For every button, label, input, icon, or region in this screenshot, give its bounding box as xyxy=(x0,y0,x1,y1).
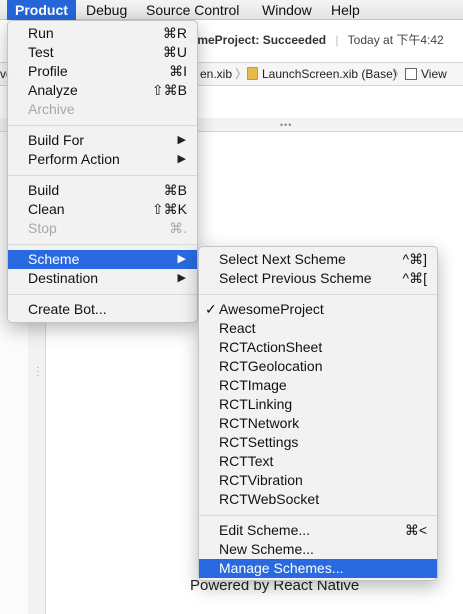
view-icon xyxy=(405,68,417,80)
scheme-item-rctnetwork[interactable]: RCTNetwork xyxy=(199,414,437,433)
scheme-item-rctimage[interactable]: RCTImage xyxy=(199,376,437,395)
menu-separator xyxy=(8,294,197,295)
scheme-item-rctgeolocation[interactable]: RCTGeolocation xyxy=(199,357,437,376)
status-result: Succeeded xyxy=(262,33,327,47)
scheme-item-rctvibration[interactable]: RCTVibration xyxy=(199,471,437,490)
jumpbar-item-4[interactable]: View xyxy=(405,63,447,85)
menu-bar: Product Debug Source Control Window Help xyxy=(0,0,463,20)
scheme-item-awesomeproject[interactable]: ✓ AwesomeProject xyxy=(199,300,437,319)
product-menu: Run ⌘R Test ⌘U Profile ⌘I Analyze ⇧⌘B Ar… xyxy=(7,20,198,323)
menu-item-profile[interactable]: Profile ⌘I xyxy=(8,62,197,81)
menu-item-select-next-scheme[interactable]: Select Next Scheme ^⌘] xyxy=(199,250,437,269)
submenu-arrow-icon: ▶ xyxy=(177,272,186,284)
menu-item-build-for[interactable]: Build For ▶ xyxy=(8,131,197,150)
submenu-arrow-icon: ▶ xyxy=(177,134,186,146)
scheme-item-rctlinking[interactable]: RCTLinking xyxy=(199,395,437,414)
build-status: omeProject: Succeeded | Today at 下午4:42 xyxy=(190,33,444,47)
menubar-window[interactable]: Window xyxy=(254,0,320,20)
menu-separator xyxy=(8,244,197,245)
menu-item-test[interactable]: Test ⌘U xyxy=(8,43,197,62)
submenu-arrow-icon: ▶ xyxy=(177,253,186,265)
menu-item-run[interactable]: Run ⌘R xyxy=(8,24,197,43)
menubar-debug[interactable]: Debug xyxy=(78,0,135,20)
jumpbar-item-3[interactable]: LaunchScreen.xib (Base) xyxy=(247,63,397,85)
scheme-item-rctactionsheet[interactable]: RCTActionSheet xyxy=(199,338,437,357)
jumpbar-item-4-label: View xyxy=(421,67,447,81)
jumpbar-item-3-label: LaunchScreen.xib (Base) xyxy=(262,67,397,81)
xib-file-icon xyxy=(247,67,258,80)
menu-separator xyxy=(8,125,197,126)
drag-handle-icon[interactable]: · · · xyxy=(35,363,41,381)
menu-item-destination[interactable]: Destination ▶ xyxy=(8,269,197,288)
menu-item-build[interactable]: Build ⌘B xyxy=(8,181,197,200)
jumpbar-item-2[interactable]: en.xib xyxy=(200,63,232,85)
chevron-right-icon: 〉 xyxy=(393,67,406,81)
menu-separator xyxy=(199,294,437,295)
status-project: omeProject: xyxy=(190,33,260,47)
menu-item-clean[interactable]: Clean ⇧⌘K xyxy=(8,200,197,219)
menubar-source-control[interactable]: Source Control xyxy=(138,0,247,20)
submenu-arrow-icon: ▶ xyxy=(177,153,186,165)
menu-item-archive: Archive xyxy=(28,101,75,117)
menu-item-manage-schemes[interactable]: Manage Schemes... xyxy=(199,559,437,578)
scheme-item-rctsettings[interactable]: RCTSettings xyxy=(199,433,437,452)
menubar-help[interactable]: Help xyxy=(323,0,368,20)
menu-separator xyxy=(8,175,197,176)
menu-item-new-scheme[interactable]: New Scheme... xyxy=(199,540,437,559)
chevron-right-icon: 〉 xyxy=(235,67,248,81)
menu-item-edit-scheme[interactable]: Edit Scheme... ⌘< xyxy=(199,521,437,540)
scheme-item-rcttext[interactable]: RCTText xyxy=(199,452,437,471)
menu-item-perform-action[interactable]: Perform Action ▶ xyxy=(8,150,197,169)
status-time: Today at 下午4:42 xyxy=(347,33,444,47)
menu-item-analyze[interactable]: Analyze ⇧⌘B xyxy=(8,81,197,100)
menubar-product[interactable]: Product xyxy=(7,0,76,20)
menu-item-select-previous-scheme[interactable]: Select Previous Scheme ^⌘[ xyxy=(199,269,437,288)
scheme-item-react[interactable]: React xyxy=(199,319,437,338)
resize-grip-icon[interactable]: ••• xyxy=(280,120,292,130)
scheme-submenu: Select Next Scheme ^⌘] Select Previous S… xyxy=(198,246,438,581)
menu-item-scheme[interactable]: Scheme ▶ xyxy=(8,250,197,269)
menu-separator xyxy=(199,515,437,516)
menu-item-stop: Stop ⌘. xyxy=(28,220,187,236)
scheme-item-rctwebsocket[interactable]: RCTWebSocket xyxy=(199,490,437,509)
menu-item-create-bot[interactable]: Create Bot... xyxy=(8,300,197,319)
checkmark-icon: ✓ xyxy=(205,301,217,317)
